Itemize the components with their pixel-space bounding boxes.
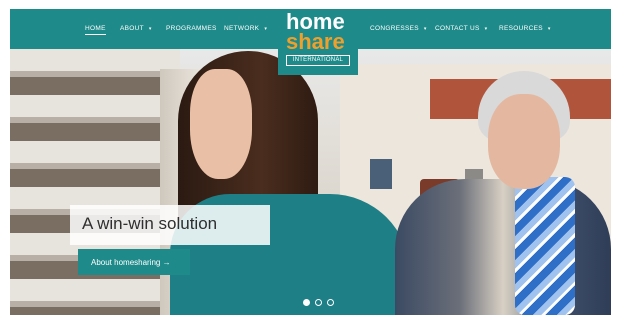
older-woman-scarf [515,177,575,315]
chevron-down-icon: ▾ [484,26,488,32]
chevron-down-icon: ▾ [547,26,551,32]
nav-item-congresses[interactable]: CONGRESSES ▾ [370,25,427,32]
chevron-down-icon: ▾ [148,26,152,32]
nav-item-network[interactable]: NETWORK ▾ [224,25,267,32]
hero-tagline-box: A win-win solution [70,205,270,245]
chevron-down-icon: ▾ [423,26,427,32]
chevron-down-icon: ▾ [264,26,268,32]
nav-item-label: RESOURCES [499,25,543,32]
nav-item-label: PROGRAMMES [166,25,217,32]
nav-item-programmes[interactable]: PROGRAMMES [166,25,217,32]
background-building-left [10,49,180,315]
young-woman-face [190,69,252,179]
older-woman-body [395,179,611,315]
nav-item-label: HOME [85,25,106,32]
older-woman-face [488,94,560,189]
nav-item-label: NETWORK [224,25,260,32]
nav-item-label: CONTACT US [435,25,480,32]
carousel-dot-2[interactable] [315,299,322,306]
background-window [370,159,392,189]
nav-item-resources[interactable]: RESOURCES ▾ [499,25,551,32]
nav-item-contact-us[interactable]: CONTACT US ▾ [435,25,487,32]
logo-badge-international: INTERNATIONAL [286,55,350,66]
carousel-dots [300,299,340,309]
logo-text-share: share [286,29,345,54]
carousel-dot-3[interactable] [327,299,334,306]
hero-tagline: A win-win solution [82,214,218,233]
nav-item-label: CONGRESSES [370,25,419,32]
about-homesharing-button[interactable]: About homesharing → [78,249,190,275]
nav-item-about[interactable]: ABOUT ▾ [120,25,152,32]
nav-item-home[interactable]: HOME [85,25,106,35]
nav-item-label: ABOUT [120,25,144,32]
site-logo[interactable]: home share INTERNATIONAL [278,9,358,75]
page-frame: HOME ABOUT ▾ PROGRAMMES NETWORK ▾ CONGRESS… [10,9,611,315]
carousel-dot-1[interactable] [303,299,310,306]
